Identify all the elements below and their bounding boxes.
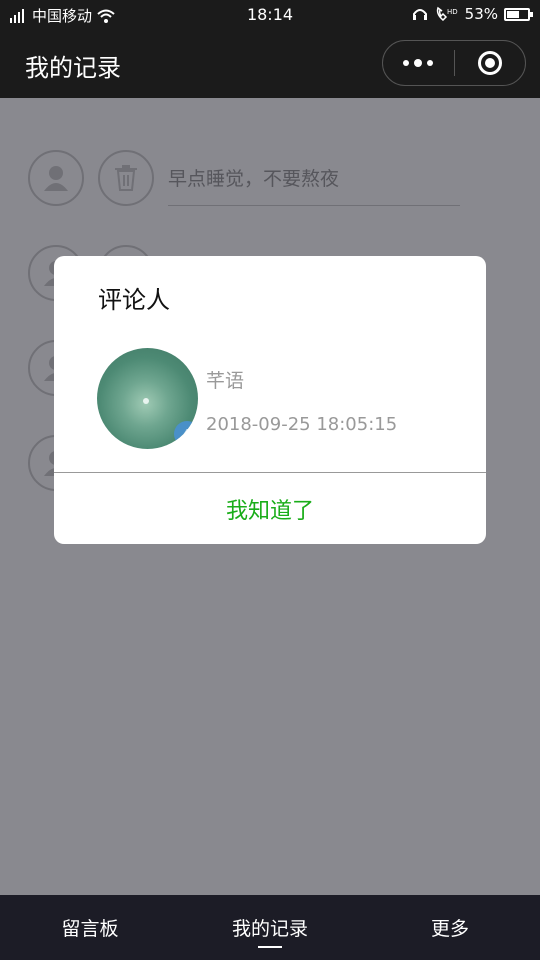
tab-bar: 留言板 我的记录 更多: [0, 895, 540, 960]
active-tab-indicator: [258, 946, 282, 948]
tab-my-records[interactable]: 我的记录: [180, 895, 360, 960]
avatar-badge-icon: 4: [174, 421, 198, 447]
tab-label: 留言板: [61, 918, 119, 940]
capsule-menu: [382, 40, 526, 86]
confirm-button[interactable]: 我知道了: [54, 473, 486, 544]
modal-title: 评论人: [98, 286, 170, 314]
battery-icon: [504, 7, 533, 21]
tab-message-board[interactable]: 留言板: [0, 895, 180, 960]
hd-call-icon: HD: [436, 6, 458, 22]
more-dots-icon: [403, 59, 434, 67]
comment-timestamp: 2018-09-25 18:05:15: [206, 414, 398, 435]
close-button[interactable]: [455, 41, 526, 85]
more-button[interactable]: [383, 41, 454, 85]
nav-bar: 我的记录: [0, 30, 540, 98]
avatar: 4: [97, 348, 198, 449]
svg-text:HD: HD: [447, 8, 458, 16]
status-bar: 中国移动 18:14 HD 53%: [0, 0, 540, 30]
close-target-icon: [477, 51, 502, 75]
headset-icon: [412, 9, 427, 20]
status-right: HD 53%: [411, 5, 533, 23]
tab-more[interactable]: 更多: [360, 895, 540, 960]
tab-label: 更多: [430, 918, 469, 940]
page-title: 我的记录: [25, 54, 121, 82]
battery-percent: 53%: [464, 5, 498, 23]
commenter-modal: 评论人 4 芊语 2018-09-25 18:05:15 我知道了: [54, 256, 486, 544]
commenter-name: 芊语: [206, 370, 245, 392]
tab-label: 我的记录: [231, 918, 308, 940]
